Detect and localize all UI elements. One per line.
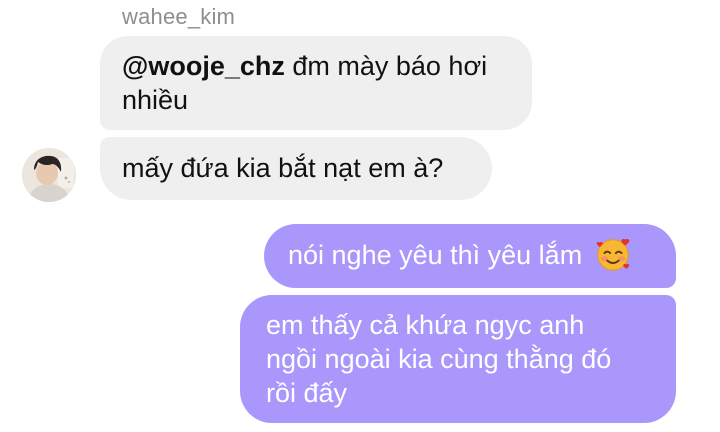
incoming-message-bubble[interactable]: @wooje_chz đm mày báo hơi nhiều: [100, 36, 532, 130]
smiling-face-with-hearts-icon: [596, 238, 630, 271]
outgoing-message-bubble[interactable]: nói nghe yêu thì yêu lắm: [264, 224, 676, 288]
avatar-photo-icon: [22, 148, 76, 202]
user-mention[interactable]: @wooje_chz: [122, 51, 285, 81]
message-text: em thấy cả khứa ngyc anh: [266, 310, 585, 340]
avatar[interactable]: [22, 148, 76, 202]
message-text: nhiều: [122, 85, 189, 115]
message-line: @wooje_chz đm mày báo hơi: [122, 49, 508, 83]
message-text: nói nghe yêu thì yêu lắm: [288, 240, 583, 270]
sender-name: wahee_kim: [122, 4, 236, 29]
message-text: mấy đứa kia bắt nạt em à?: [122, 153, 444, 183]
incoming-message-bubble[interactable]: mấy đứa kia bắt nạt em à?: [100, 137, 492, 200]
message-text: rồi đấy: [266, 378, 348, 408]
message-text: ngồi ngoài kia cùng thằng đó: [266, 344, 612, 374]
outgoing-message-bubble[interactable]: em thấy cả khứa ngyc anh ngồi ngoài kia …: [240, 295, 676, 423]
message-text: đm mày báo hơi: [284, 51, 488, 81]
